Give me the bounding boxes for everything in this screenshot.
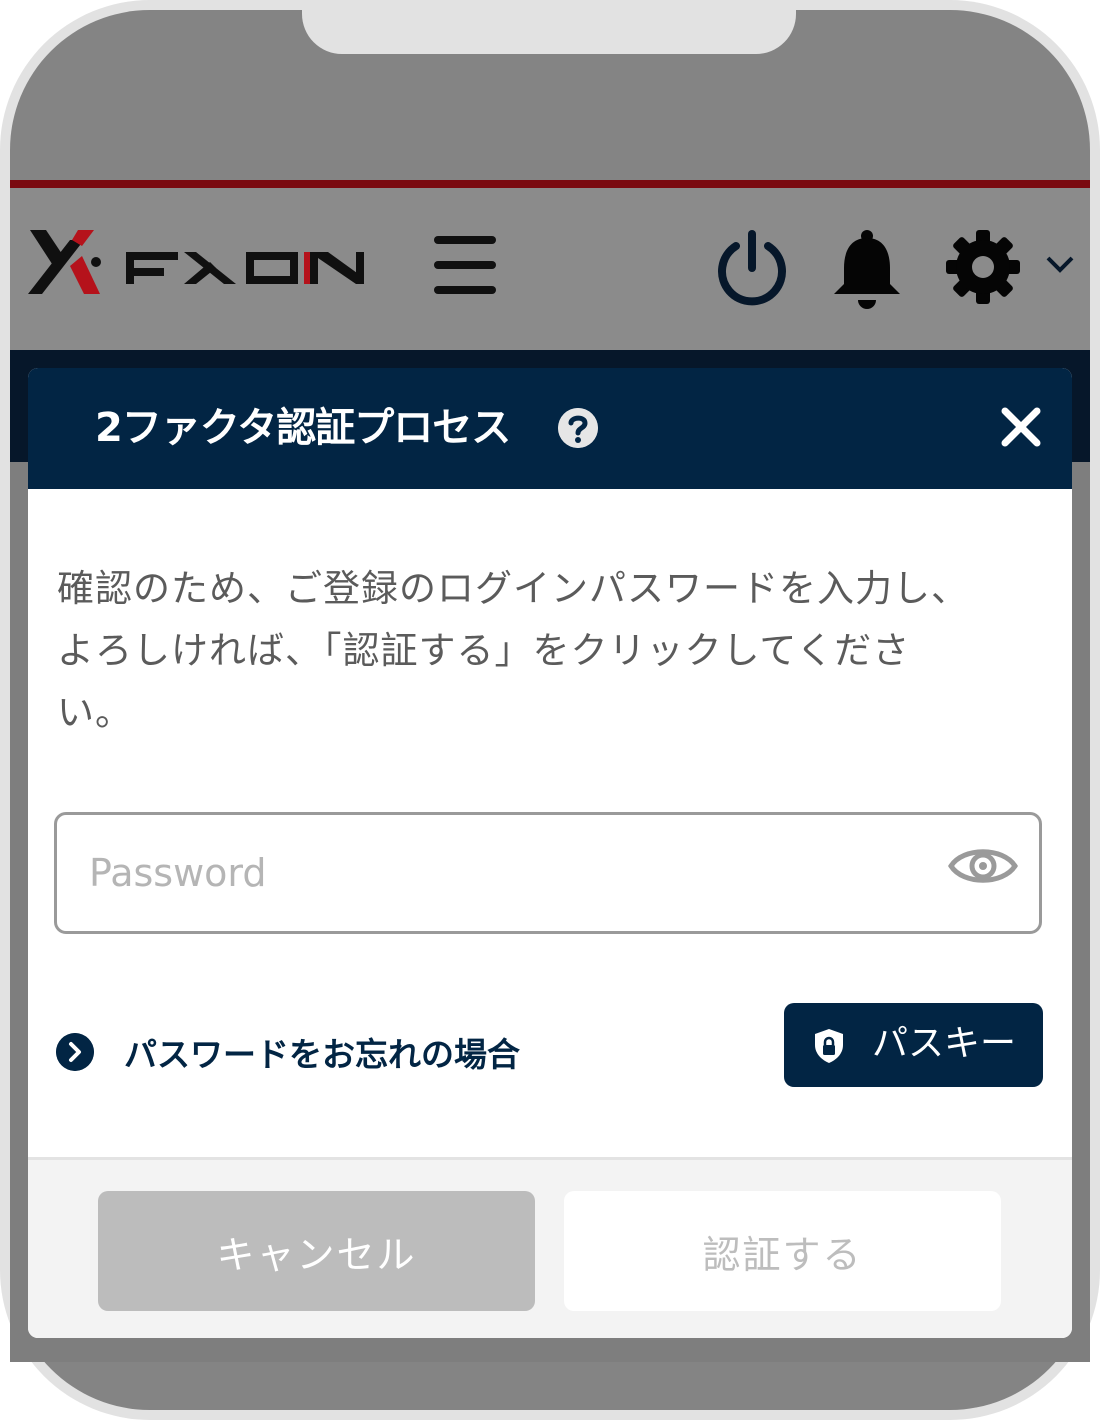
phone-frame: 2ファクタ認証プロセス 確認のため、ご登録のログインパスワードを入力し、 よろし…: [0, 0, 1100, 1420]
gear-icon[interactable]: [946, 230, 1020, 304]
phone-notch: [302, 0, 796, 54]
modal-title: 2ファクタ認証プロセス: [95, 405, 511, 451]
chevron-right-circle-icon: [56, 1033, 94, 1071]
modal-description: 確認のため、ご登録のログインパスワードを入力し、 よろしければ、「認証する」をク…: [57, 558, 1027, 744]
cancel-button[interactable]: キャンセル: [98, 1191, 535, 1311]
power-icon[interactable]: [714, 230, 790, 308]
description-line: い。: [57, 691, 133, 734]
password-field[interactable]: [54, 812, 1042, 934]
two-factor-modal: 2ファクタ認証プロセス 確認のため、ご登録のログインパスワードを入力し、 よろし…: [28, 368, 1072, 1338]
show-password-icon[interactable]: [947, 841, 1019, 891]
description-line: よろしければ、「認証する」をクリックしてくださ: [57, 629, 911, 672]
menu-icon[interactable]: [434, 236, 496, 294]
bell-icon[interactable]: [830, 228, 904, 312]
password-input[interactable]: [89, 837, 909, 909]
passkey-button[interactable]: パスキー: [784, 1003, 1043, 1087]
description-line: 確認のため、ご登録のログインパスワードを入力し、: [57, 567, 969, 610]
shield-lock-icon: [815, 1029, 843, 1063]
header-accent-line: [10, 180, 1090, 188]
help-icon[interactable]: [558, 408, 598, 448]
modal-footer: キャンセル 認証する: [28, 1157, 1072, 1338]
passkey-label: パスキー: [872, 1023, 1017, 1064]
fxon-logo: [28, 230, 364, 294]
forgot-password-link[interactable]: パスワードをお忘れの場合: [56, 1022, 520, 1082]
authenticate-button[interactable]: 認証する: [564, 1191, 1001, 1311]
forgot-password-label: パスワードをお忘れの場合: [124, 1035, 520, 1074]
chevron-down-icon[interactable]: [1044, 252, 1076, 276]
modal-header: 2ファクタ認証プロセス: [28, 368, 1072, 489]
close-icon[interactable]: [1000, 406, 1042, 448]
